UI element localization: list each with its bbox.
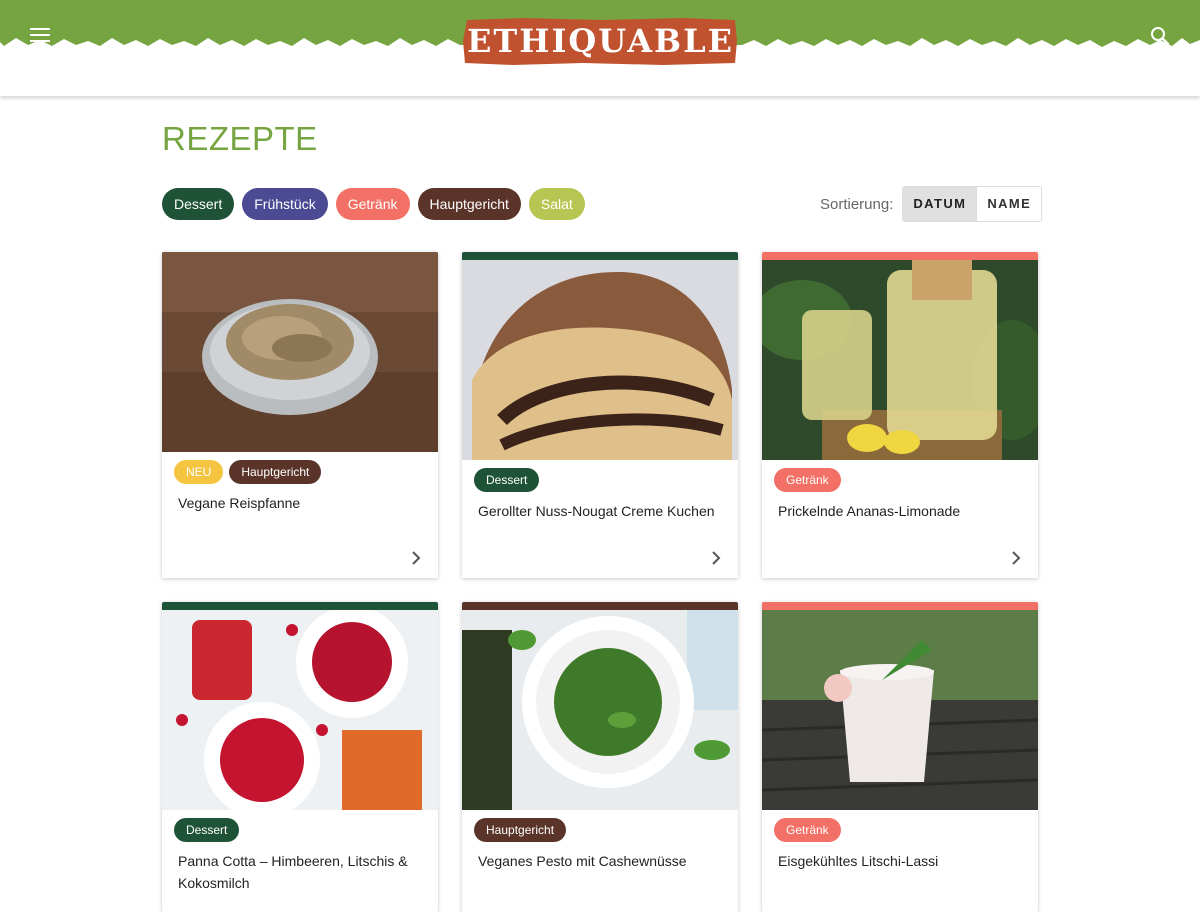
site-header: ETHIQUABLE [0, 0, 1200, 96]
search-icon[interactable] [1150, 26, 1170, 46]
tag-getraenk: Getränk [774, 818, 841, 842]
chevron-right-icon[interactable] [710, 551, 722, 565]
card-category-stripe [462, 602, 738, 610]
panna-cotta-photo [162, 610, 438, 810]
card-category-stripe [762, 252, 1038, 260]
card-title: Panna Cotta – Himbeeren, Litschis & Koko… [178, 853, 408, 891]
tag-neu: NEU [174, 460, 224, 484]
sort-toggle-group: DATUM NAME [902, 186, 1043, 222]
recipe-card[interactable]: Getränk Eisgekühltes Litschi-Lassi [762, 602, 1038, 912]
page-title: REZEPTE [162, 120, 318, 157]
card-tags: Getränk [774, 818, 841, 842]
card-tags: Dessert [174, 818, 240, 842]
recipe-card[interactable]: Dessert Gerollter Nuss-Nougat Creme Kuch… [462, 252, 738, 578]
filter-chip-dessert[interactable]: Dessert [162, 188, 235, 220]
sort-by-date-button[interactable]: DATUM [903, 187, 977, 221]
nougat-roll-cake-photo [462, 260, 738, 460]
card-title: Vegane Reispfanne [178, 495, 301, 511]
sort-control: Sortierung: DATUM NAME [820, 186, 1043, 222]
sort-by-name-button[interactable]: NAME [976, 187, 1042, 221]
pineapple-lemonade-photo [762, 260, 1038, 460]
recipe-card[interactable]: NEU Hauptgericht Vegane Reispfanne [162, 252, 438, 578]
card-title: Gerollter Nuss-Nougat Creme Kuchen [478, 503, 715, 519]
tag-dessert: Dessert [474, 468, 540, 492]
filter-chip-hauptgericht[interactable]: Hauptgericht [417, 188, 521, 220]
litchi-lassi-photo [762, 610, 1038, 810]
tag-dessert: Dessert [174, 818, 240, 842]
recipe-card[interactable]: Hauptgericht Veganes Pesto mit Cashewnüs… [462, 602, 738, 912]
category-filters: Dessert Frühstück Getränk Hauptgericht S… [162, 188, 585, 220]
chevron-right-icon[interactable] [1010, 551, 1022, 565]
sort-label: Sortierung: [820, 195, 894, 213]
hamburger-menu-icon[interactable] [30, 28, 50, 44]
card-tags: NEU Hauptgericht [174, 460, 322, 484]
card-title: Eisgekühltes Litschi-Lassi [778, 853, 939, 869]
recipe-card[interactable]: Dessert Panna Cotta – Himbeeren, Litschi… [162, 602, 438, 912]
card-title: Prickelnde Ananas-Limonade [778, 503, 961, 519]
card-category-stripe [762, 602, 1038, 610]
card-category-stripe [162, 602, 438, 610]
tag-getraenk: Getränk [774, 468, 841, 492]
rice-bowl-photo [162, 252, 438, 452]
logo-text: ETHIQUABLE [467, 22, 734, 60]
tag-hauptgericht: Hauptgericht [474, 818, 567, 842]
card-tags: Hauptgericht [474, 818, 567, 842]
card-tags: Dessert [474, 468, 540, 492]
pesto-soup-photo [462, 610, 738, 810]
card-tags: Getränk [774, 468, 841, 492]
filter-chip-getraenk[interactable]: Getränk [335, 188, 410, 220]
filter-chip-salat[interactable]: Salat [528, 188, 585, 220]
card-category-stripe [462, 252, 738, 260]
card-title: Veganes Pesto mit Cashewnüsse [478, 853, 687, 869]
filter-chip-fruehstueck[interactable]: Frühstück [242, 188, 328, 220]
recipe-card[interactable]: Getränk Prickelnde Ananas-Limonade [762, 252, 1038, 578]
chevron-right-icon[interactable] [410, 551, 422, 565]
tag-hauptgericht: Hauptgericht [229, 460, 322, 484]
